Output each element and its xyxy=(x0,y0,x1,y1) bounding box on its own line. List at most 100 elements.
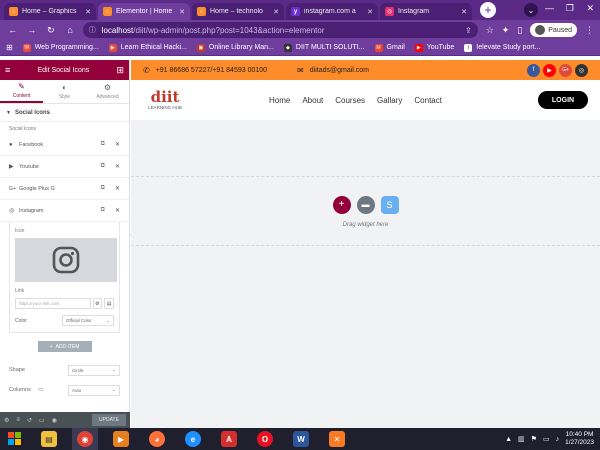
maximize-icon[interactable]: ❐ xyxy=(566,3,574,14)
repeater-item-google-plus[interactable]: G+ Google Plus G ⧉ ✕ xyxy=(0,178,129,200)
template-library-folder-icon[interactable]: ▬ xyxy=(356,195,375,214)
acrobat-icon[interactable]: A xyxy=(216,428,242,450)
apps-grid-icon[interactable]: ⊞ xyxy=(6,43,13,52)
duplicate-icon[interactable]: ⧉ xyxy=(101,141,105,148)
sidebar-panel-icon[interactable]: ▯ xyxy=(517,25,522,36)
instagram-icon[interactable]: ◎ xyxy=(575,63,588,77)
share-icon[interactable]: ⇪ xyxy=(465,26,472,35)
firefox-icon[interactable]: ◕ xyxy=(144,428,170,450)
add-item-button[interactable]: + ADD ITEM xyxy=(37,341,92,352)
dynamic-tags-icon[interactable]: ▤ xyxy=(104,298,114,309)
extensions-icon[interactable]: ✦ xyxy=(502,25,510,36)
file-explorer-icon[interactable]: ▤ xyxy=(36,428,62,450)
close-window-icon[interactable]: ✕ xyxy=(586,3,594,14)
menu-hamburger-icon[interactable]: ≡ xyxy=(5,65,10,75)
info-icon[interactable]: ⓘ xyxy=(89,25,96,35)
history-icon[interactable]: ↺ xyxy=(27,417,32,424)
nav-gallary[interactable]: Gallary xyxy=(377,96,402,105)
duplicate-icon[interactable]: ⧉ xyxy=(101,207,105,214)
link-options-gear-icon[interactable]: ⚙ xyxy=(92,298,103,309)
responsive-mode-icon[interactable]: ▭ xyxy=(39,417,45,424)
bookmark-youtube[interactable]: ▶ YouTube xyxy=(414,43,454,52)
media-player-icon[interactable]: ▶ xyxy=(108,428,134,450)
repeater-item-youtube[interactable]: ▶ Youtube ⧉ ✕ xyxy=(0,156,129,178)
add-section-plus-icon[interactable]: + xyxy=(332,195,351,214)
home-icon[interactable]: ⌂ xyxy=(64,25,77,35)
bookmark-ielevate[interactable]: I Ielevate Study port... xyxy=(464,43,541,52)
bookmark-diit[interactable]: ◆ DIIT MULTI SOLUTI... xyxy=(283,43,365,52)
remove-icon[interactable]: ✕ xyxy=(115,185,120,192)
duplicate-icon[interactable]: ⧉ xyxy=(101,185,105,192)
close-tab-icon[interactable]: ✕ xyxy=(273,8,279,16)
bookmark-ethical-hacking[interactable]: ▶ Learn Ethical Hacki... xyxy=(108,43,187,52)
word-icon[interactable]: W xyxy=(288,428,314,450)
flag-icon[interactable]: ⚑ xyxy=(531,435,537,443)
bookmark-gmail[interactable]: M Gmail xyxy=(374,43,405,52)
settings-gear-icon[interactable]: ⚙ xyxy=(4,417,9,424)
remove-icon[interactable]: ✕ xyxy=(115,207,120,214)
shape-select[interactable]: Circle ⌄ xyxy=(68,364,120,376)
site-logo[interactable]: diit LEARNING HUB xyxy=(143,81,187,119)
back-arrow-icon[interactable]: ← xyxy=(6,25,19,35)
bookmark-web-programming[interactable]: W Web Programming... xyxy=(22,43,99,52)
close-tab-icon[interactable]: ✕ xyxy=(367,8,373,16)
widget-drop-zone[interactable]: + ▬ S Drag widget here xyxy=(131,178,600,246)
envato-kit-icon[interactable]: S xyxy=(380,195,399,214)
browser-tab-technology[interactable]: ⌂ Home – technolo ✕ xyxy=(192,3,284,20)
duplicate-icon[interactable]: ⧉ xyxy=(101,163,105,170)
social-icons-widget[interactable]: f ▶ G+ ◎ xyxy=(527,63,588,77)
youtube-icon[interactable]: ▶ xyxy=(543,63,556,77)
google-plus-icon[interactable]: G+ xyxy=(559,63,572,77)
nav-contact[interactable]: Contact xyxy=(414,96,442,105)
browser-tab-elementor[interactable]: ⌂ Elementor | Home ✕ xyxy=(98,3,190,20)
forward-arrow-icon[interactable]: → xyxy=(25,25,38,35)
clock[interactable]: 10:40 PM 1/27/2023 xyxy=(565,431,594,447)
facebook-icon[interactable]: f xyxy=(527,63,540,77)
login-button[interactable]: LOGIN xyxy=(538,91,588,109)
icon-picker[interactable] xyxy=(15,238,117,282)
columns-select[interactable]: Auto ⌄ xyxy=(68,384,120,396)
opera-icon[interactable]: O xyxy=(252,428,278,450)
desktop-icon[interactable]: ▭ xyxy=(38,387,43,393)
repeater-item-facebook[interactable]: ● Facebook ⧉ ✕ xyxy=(0,134,129,156)
url-field[interactable]: ⓘ localhost /diit/wp-admin/post.php?post… xyxy=(82,22,478,38)
tab-content[interactable]: ✎ Content xyxy=(0,80,43,103)
nav-courses[interactable]: Courses xyxy=(335,96,365,105)
browser-tab-graphics[interactable]: ⌂ Home – Graphics ✕ xyxy=(4,3,96,20)
close-tab-icon[interactable]: ✕ xyxy=(179,8,185,16)
show-hidden-icons-chevron-icon[interactable]: ▲ xyxy=(505,436,512,443)
xampp-icon[interactable]: ✕ xyxy=(324,428,350,450)
browser-tab-instagram[interactable]: ◎ Instagram ✕ xyxy=(380,3,472,20)
preview-eye-icon[interactable]: ◉ xyxy=(52,417,57,424)
reload-icon[interactable]: ↻ xyxy=(44,25,57,36)
browser-tab-instagram-search[interactable]: y instagram.com a ✕ xyxy=(286,3,378,20)
windows-start-icon[interactable] xyxy=(6,430,24,448)
update-button[interactable]: UPDATE xyxy=(92,414,126,426)
color-select[interactable]: Official Color ⌄ xyxy=(62,315,114,326)
nav-about[interactable]: About xyxy=(302,96,323,105)
tab-style[interactable]: ◐ Style xyxy=(43,80,86,103)
new-tab-button[interactable]: + xyxy=(480,2,496,18)
profile-button[interactable]: Paused xyxy=(530,23,578,37)
navigator-layers-icon[interactable]: ≡ xyxy=(16,417,20,423)
tab-advanced[interactable]: ⚙ Advanced xyxy=(86,80,129,103)
minimize-icon[interactable]: — xyxy=(545,3,554,13)
network-icon[interactable]: ▥ xyxy=(518,435,525,443)
bookmark-star-icon[interactable]: ☆ xyxy=(486,25,494,36)
internet-explorer-icon[interactable]: e xyxy=(180,428,206,450)
chrome-icon[interactable]: ◉ xyxy=(72,428,98,450)
remove-icon[interactable]: ✕ xyxy=(115,141,120,148)
bookmark-online-library[interactable]: ▣ Online Library Man... xyxy=(196,43,274,52)
widgets-grid-icon[interactable]: ⊞ xyxy=(116,65,124,76)
repeater-item-instagram[interactable]: ◎ Instagram ⧉ ✕ xyxy=(0,200,129,222)
close-tab-icon[interactable]: ✕ xyxy=(461,8,467,16)
battery-icon[interactable]: ▭ xyxy=(543,435,550,443)
remove-icon[interactable]: ✕ xyxy=(115,163,120,170)
close-tab-icon[interactable]: ✕ xyxy=(85,8,91,16)
tab-search-chevron-icon[interactable]: ⌄ xyxy=(524,3,538,17)
link-input[interactable]: https://your-link.com xyxy=(15,298,91,309)
volume-icon[interactable]: ♪ xyxy=(556,436,560,443)
section-toggle[interactable]: ▼ Social Icons xyxy=(0,104,129,122)
menu-kebab-icon[interactable]: ⋮ xyxy=(585,25,594,36)
nav-home[interactable]: Home xyxy=(269,96,290,105)
